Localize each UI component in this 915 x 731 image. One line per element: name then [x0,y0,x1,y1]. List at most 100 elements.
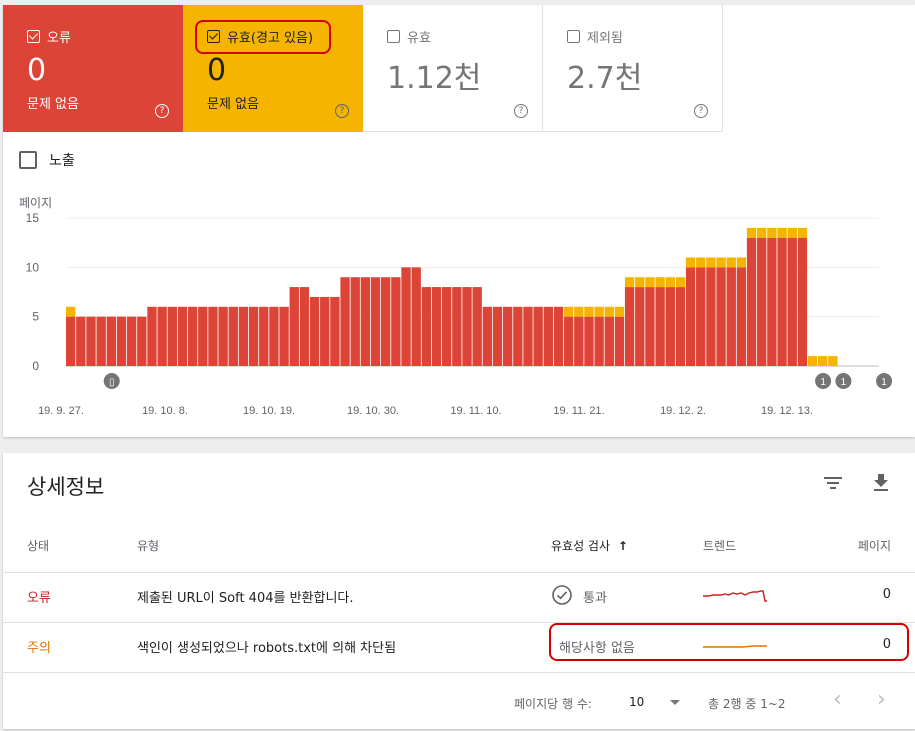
bar-error [543,306,553,366]
x-tick-label: 19. 10. 30. [347,405,399,417]
bar-error [360,277,371,366]
bar-error [106,316,117,366]
summary-card: 오류 0 문제 없음 ? 유효(경고 있음) 0 문제 없음 ? 유효 1.12… [3,5,915,437]
checkbox-checked-icon[interactable] [27,30,40,43]
prev-page-icon[interactable]: ‹ [833,687,842,712]
x-tick-label: 19. 12. 2. [660,405,706,417]
bar-error [320,296,330,366]
bar-warning [665,277,675,288]
column-trend: 트렌드 [703,539,737,553]
bar-warning [584,306,594,317]
help-icon[interactable]: ? [155,104,169,118]
bar-error [259,306,269,366]
bar-error [76,316,86,366]
chart-y-label: 페이지 [19,196,52,210]
bar-error [330,296,340,366]
column-type[interactable]: 유형 [137,537,159,554]
bar-error [462,287,472,366]
bar-error [482,306,493,366]
bar-error [594,316,604,366]
trend-sparkline [703,590,767,602]
download-icon[interactable] [869,471,893,495]
help-icon[interactable]: ? [694,104,708,118]
bar-error [533,306,543,366]
bar-error [797,237,808,366]
bar-warning [818,356,828,366]
bar-error [370,277,381,366]
bar-error [218,306,228,366]
bar-error [86,316,96,366]
filter-icon[interactable] [821,471,845,495]
excluded-tile-label: 제외됨 [567,27,623,46]
row-divider [3,672,915,673]
bar-warning [828,356,838,366]
next-page-icon[interactable]: › [877,687,886,712]
rows-per-page-select[interactable]: 10 [629,695,681,709]
issue-type: 색인이 생성되었으나 robots.txt에 의해 차단됨 [137,641,397,656]
bar-error [269,306,279,366]
bar-warning [797,227,808,238]
bar-warning [614,306,625,317]
bar-warning [726,257,736,268]
pages-chart: 페이지 0 5 10 15 19. 9. 27. 19. 10. 8. 19. 10. 1… [19,196,893,417]
checkbox-unchecked-icon[interactable] [387,30,400,43]
column-validation[interactable]: 유효성 검사 ↑ [551,537,628,554]
bar-error [309,296,320,366]
bar-error [289,287,299,366]
bar-error [116,316,127,366]
help-icon[interactable]: ? [335,104,349,118]
bar-warning [604,306,614,317]
bar-error [665,287,675,366]
column-status[interactable]: 상태 [27,537,49,554]
bar-warning [736,257,747,268]
pagination-range: 총 2행 중 1~2 [708,697,786,711]
valid-tile-label: 유효 [387,27,431,46]
bar-error [614,316,625,366]
valid-tile[interactable]: 유효 1.12천 ? [363,5,543,132]
bar-error [584,316,594,366]
bar-error [553,306,564,366]
bar-error [248,306,259,366]
column-pages[interactable]: 페이지 [858,537,891,554]
bar-warning [685,257,696,268]
bar-error [421,287,432,366]
bar-error [187,306,198,366]
bar-error [736,267,747,366]
x-tick-label: 19. 9. 27. [38,405,84,417]
impressions-toggle[interactable]: 노출 [19,150,75,170]
bar-error [198,306,208,366]
bar-error [137,316,147,366]
help-icon[interactable]: ? [514,104,528,118]
bar-warning [706,257,716,268]
dropdown-arrow-icon [670,700,681,705]
bar-warning [746,227,757,238]
bar-error [401,267,411,366]
excluded-tile[interactable]: 제외됨 2.7천 ? [543,5,723,132]
bar-warning [635,277,645,288]
bar-error [716,267,726,366]
x-tick-label: 19. 11. 10. [450,405,501,417]
checkbox-unchecked-icon[interactable] [19,151,37,169]
validation-status: 통과 [583,591,607,606]
bar-error [777,237,787,366]
x-tick-label: 19. 11. 21. [553,405,604,417]
details-card: 상세정보 상태 유형 유효성 검사 ↑ 트렌드 페이지 오류 제출된 URL이 … [3,453,915,729]
annotation-label: 1 [841,377,847,388]
bar-error [645,287,655,366]
bar-error [167,306,177,366]
bar-warning [594,306,604,317]
x-tick-label: 19. 10. 19. [243,405,295,417]
bar-error [472,287,482,366]
bar-error [411,267,421,366]
bar-error [624,287,635,366]
bar-warning [624,277,635,288]
bar-error [492,306,503,366]
error-tile[interactable]: 오류 0 문제 없음 ? [3,5,183,132]
error-count: 0 [27,53,47,88]
bar-warning [696,257,706,268]
bar-warning [655,277,665,288]
checkbox-unchecked-icon[interactable] [567,30,580,43]
bar-error [381,277,391,366]
bar-error [126,316,137,366]
bar-error [502,306,513,366]
